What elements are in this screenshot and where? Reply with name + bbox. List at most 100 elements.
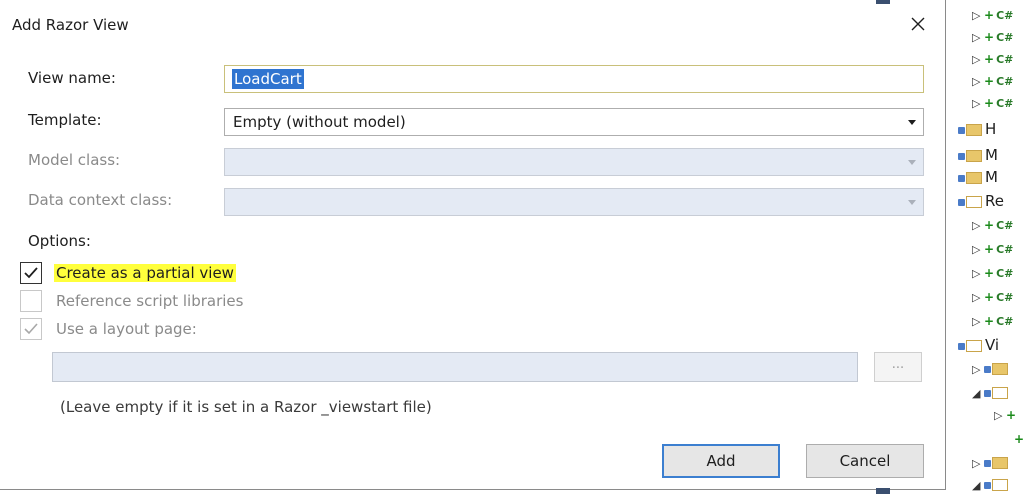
explorer-item[interactable]: Re: [958, 190, 1004, 212]
explorer-item[interactable]: H: [958, 118, 996, 140]
plus-icon: +: [984, 314, 995, 328]
collapse-icon[interactable]: ◢: [972, 383, 984, 405]
checkmark-icon: [24, 267, 38, 279]
plus-icon: +: [1006, 408, 1017, 422]
add-button[interactable]: Add: [662, 444, 780, 478]
expand-icon[interactable]: ▷: [994, 405, 1006, 427]
explorer-item[interactable]: M: [958, 144, 998, 166]
partial-view-checkbox[interactable]: [20, 262, 42, 284]
explorer-item-label: H: [985, 120, 997, 138]
view-name-label: View name:: [28, 69, 116, 87]
chevron-down-icon: [908, 120, 916, 125]
plus-icon: +: [984, 242, 995, 256]
explorer-item[interactable]: Vi: [958, 334, 999, 356]
explorer-item[interactable]: ▷: [972, 358, 1011, 380]
browse-button[interactable]: ...: [874, 352, 922, 382]
model-class-dropdown[interactable]: [224, 148, 924, 176]
plus-icon: +: [984, 96, 995, 110]
lock-icon: [984, 459, 991, 467]
explorer-item[interactable]: ▷ + C#: [972, 262, 1013, 284]
explorer-item[interactable]: ▷ + C#: [972, 92, 1013, 114]
plus-icon: +: [984, 30, 995, 44]
explorer-item-label: Vi: [985, 336, 1000, 354]
expand-icon[interactable]: ▷: [972, 287, 984, 309]
explorer-item-label: C#: [996, 291, 1014, 304]
explorer-item-label: C#: [996, 97, 1014, 110]
explorer-item[interactable]: ▷ + C#: [972, 4, 1013, 26]
expand-icon[interactable]: ▷: [972, 453, 984, 475]
cancel-button[interactable]: Cancel: [806, 444, 924, 478]
expand-icon[interactable]: ▷: [972, 71, 984, 93]
template-label: Template:: [28, 111, 102, 129]
explorer-item-label: C#: [996, 75, 1014, 88]
lock-icon: [958, 342, 965, 350]
explorer-item[interactable]: ▷ +: [994, 404, 1018, 426]
plus-icon: +: [984, 266, 995, 280]
expand-icon[interactable]: ▷: [972, 239, 984, 261]
lock-icon: [984, 481, 991, 489]
explorer-item[interactable]: M: [958, 166, 998, 188]
collapse-icon[interactable]: ◢: [972, 475, 984, 494]
explorer-item[interactable]: ▷ + C#: [972, 286, 1013, 308]
view-name-value: LoadCart: [232, 69, 304, 89]
chevron-down-icon: [908, 200, 916, 205]
expand-icon[interactable]: ▷: [972, 311, 984, 333]
explorer-item[interactable]: ▷: [972, 452, 1011, 474]
expand-icon[interactable]: ▷: [972, 359, 984, 381]
expand-icon[interactable]: ▷: [972, 5, 984, 27]
explorer-item[interactable]: +: [1014, 428, 1026, 450]
explorer-item-label: M: [985, 168, 998, 186]
data-context-dropdown[interactable]: [224, 188, 924, 216]
explorer-item[interactable]: ▷ + C#: [972, 238, 1013, 260]
script-libraries-checkbox[interactable]: [20, 290, 42, 312]
lock-icon: [958, 152, 965, 160]
lock-icon: [958, 126, 965, 134]
explorer-item[interactable]: ▷ + C#: [972, 26, 1013, 48]
explorer-item-label: C#: [996, 243, 1014, 256]
lock-icon: [958, 174, 965, 182]
template-dropdown[interactable]: Empty (without model): [224, 108, 924, 136]
layout-page-label: Use a layout page:: [56, 320, 197, 338]
model-class-label: Model class:: [28, 151, 121, 169]
solution-explorer: ▷ + C# ▷ + C# ▷ + C# ▷ + C# ▷ + C# H M M Re ▷ + C# ▷…: [946, 0, 1032, 494]
lock-icon: [984, 365, 991, 373]
expand-icon[interactable]: ▷: [972, 215, 984, 237]
folder-icon: [992, 457, 1008, 469]
window-divider: [876, 0, 890, 4]
folder-open-icon: [966, 340, 982, 352]
partial-view-label: Create as a partial view: [54, 264, 236, 282]
expand-icon[interactable]: ▷: [972, 93, 984, 115]
expand-icon[interactable]: ▷: [972, 49, 984, 71]
explorer-item-label: C#: [996, 53, 1014, 66]
expand-icon[interactable]: ▷: [972, 263, 984, 285]
chevron-down-icon: [908, 160, 916, 165]
lock-icon: [958, 198, 965, 206]
checkmark-icon: [24, 323, 38, 335]
folder-open-icon: [992, 387, 1008, 399]
explorer-item[interactable]: ◢: [972, 474, 1011, 494]
add-razor-view-dialog: Add Razor View View name: LoadCart Templ…: [0, 0, 946, 494]
plus-icon: +: [984, 290, 995, 304]
expand-icon[interactable]: ▷: [972, 27, 984, 49]
explorer-item[interactable]: ◢: [972, 382, 1011, 404]
explorer-item[interactable]: ▷ + C#: [972, 70, 1013, 92]
explorer-item-label: C#: [996, 219, 1014, 232]
layout-page-input[interactable]: [52, 352, 858, 382]
dialog-title: Add Razor View: [12, 16, 129, 34]
layout-page-checkbox[interactable]: [20, 318, 42, 340]
folder-open-icon: [992, 479, 1008, 491]
explorer-item-label: C#: [996, 31, 1014, 44]
explorer-item[interactable]: ▷ + C#: [972, 48, 1013, 70]
plus-icon: +: [1014, 432, 1025, 446]
explorer-item[interactable]: ▷ + C#: [972, 310, 1013, 332]
explorer-item[interactable]: ▷ + C#: [972, 214, 1013, 236]
folder-icon: [966, 172, 982, 184]
data-context-label: Data context class:: [28, 191, 173, 209]
plus-icon: +: [984, 218, 995, 232]
folder-open-icon: [966, 196, 982, 208]
close-icon[interactable]: [904, 10, 932, 38]
explorer-item-label: C#: [996, 315, 1014, 328]
script-libraries-label: Reference script libraries: [56, 292, 244, 310]
lock-icon: [984, 389, 991, 397]
view-name-input[interactable]: LoadCart: [224, 65, 924, 93]
